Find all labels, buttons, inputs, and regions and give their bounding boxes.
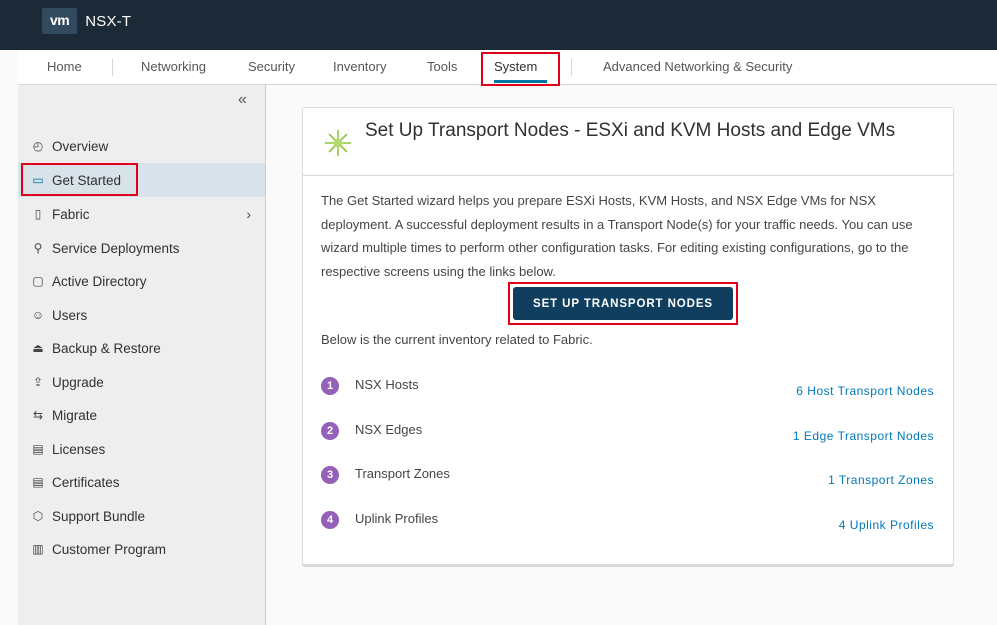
transport-node-icon (325, 130, 351, 156)
sidebar-item-label: Certificates (52, 474, 120, 490)
card-description: The Get Started wizard helps you prepare… (321, 193, 913, 279)
sidebar-item-label: Active Directory (52, 273, 147, 289)
sidebar-item-label: Upgrade (52, 374, 104, 390)
inventory-row-nsx-hosts: 1 NSX Hosts 6 Host Transport Nodes (321, 375, 934, 398)
certificate-icon: ▤ (32, 475, 44, 489)
sidebar-item-label: Backup & Restore (52, 340, 161, 356)
tab-networking[interactable]: Networking (141, 50, 206, 85)
edge-transport-nodes-link[interactable]: 1 Edge Transport Nodes (793, 427, 934, 445)
card-title: Set Up Transport Nodes - ESXi and KVM Ho… (365, 120, 896, 141)
host-transport-nodes-link[interactable]: 6 Host Transport Nodes (796, 382, 934, 400)
sidebar-item-upgrade[interactable]: ⇪ Upgrade (18, 365, 265, 399)
migrate-icon: ⇆ (32, 408, 44, 422)
tab-home[interactable]: Home (47, 50, 82, 85)
inventory-label: Uplink Profiles (355, 511, 439, 526)
tab-security[interactable]: Security (248, 50, 295, 85)
step-number-badge: 2 (321, 422, 339, 440)
document-icon: ▥ (32, 542, 44, 556)
app-title: NSX-T (85, 12, 132, 30)
sidebar-item-label: Migrate (52, 407, 98, 423)
license-icon: ▤ (32, 442, 44, 456)
main-nav: Home Networking Security Inventory Tools… (18, 50, 997, 86)
sidebar-item-label: Support Bundle (52, 508, 146, 524)
inventory-label: NSX Hosts (355, 377, 419, 392)
sidebar-item-label: Overview (52, 138, 109, 154)
sidebar-item-label: Service Deployments (52, 240, 180, 256)
inventory-row-transport-zones: 3 Transport Zones 1 Transport Zones (321, 464, 934, 487)
sidebar-item-overview[interactable]: ◴ Overview (18, 129, 265, 163)
inventory-intro: Below is the current inventory related t… (321, 332, 593, 347)
product-logo[interactable]: vm NSX-T (42, 7, 131, 35)
transport-nodes-card: Set Up Transport Nodes - ESXi and KVM Ho… (302, 107, 954, 565)
tab-advanced-networking-security[interactable]: Advanced Networking & Security (603, 50, 792, 85)
left-gutter (0, 50, 18, 625)
set-up-transport-nodes-button[interactable]: SET UP TRANSPORT NODES (513, 287, 733, 320)
backup-icon: ⏏ (32, 341, 44, 355)
inventory-label: Transport Zones (355, 466, 450, 481)
nav-divider (571, 59, 572, 76)
sidebar-item-service-deployments[interactable]: ⚲ Service Deployments (18, 231, 265, 265)
collapse-sidebar-icon[interactable]: « (238, 91, 247, 109)
server-icon: ▯ (34, 207, 42, 221)
vmware-logo: vm (42, 8, 78, 34)
bundle-icon: ⬡ (32, 509, 44, 523)
tab-inventory[interactable]: Inventory (333, 50, 386, 85)
sidebar-item-migrate[interactable]: ⇆ Migrate (18, 398, 265, 432)
transport-zones-link[interactable]: 1 Transport Zones (828, 471, 934, 489)
tab-tools[interactable]: Tools (427, 50, 457, 85)
sidebar-item-licenses[interactable]: ▤ Licenses (18, 432, 265, 466)
sidebar-item-certificates[interactable]: ▤ Certificates (18, 465, 265, 499)
sidebar-item-active-directory[interactable]: ▢ Active Directory (18, 264, 265, 298)
folder-icon: ▢ (32, 274, 44, 288)
sidebar-item-label: Users (52, 307, 88, 323)
card-header: Set Up Transport Nodes - ESXi and KVM Ho… (303, 108, 953, 176)
deploy-icon: ⚲ (33, 241, 43, 255)
highlight-box-setup-button: SET UP TRANSPORT NODES (508, 282, 738, 325)
highlight-box-get-started (21, 163, 138, 196)
users-icon: ☺ (31, 308, 45, 322)
gauge-icon: ◴ (32, 139, 44, 153)
chevron-right-icon[interactable]: › (246, 206, 251, 222)
step-number-badge: 4 (321, 511, 339, 529)
step-number-badge: 3 (321, 466, 339, 484)
sidebar-item-label: Licenses (52, 441, 106, 457)
top-header: vm NSX-T (0, 0, 997, 50)
sidebar-item-backup-restore[interactable]: ⏏ Backup & Restore (18, 331, 265, 365)
sidebar-item-fabric[interactable]: ▯ Fabric › (18, 197, 265, 231)
highlight-box-system (481, 52, 560, 86)
sidebar-item-label: Fabric (52, 206, 90, 222)
uplink-profiles-link[interactable]: 4 Uplink Profiles (839, 516, 934, 534)
inventory-row-nsx-edges: 2 NSX Edges 1 Edge Transport Nodes (321, 420, 934, 443)
sidebar: « ◴ Overview ▭ Get Started ▯ Fabric › ⚲ … (18, 85, 266, 625)
sidebar-item-customer-program[interactable]: ▥ Customer Program (18, 532, 265, 566)
sidebar-item-label: Customer Program (52, 541, 167, 557)
sidebar-item-users[interactable]: ☺ Users (18, 298, 265, 332)
upgrade-icon: ⇪ (32, 375, 44, 389)
nav-divider (112, 59, 113, 76)
inventory-label: NSX Edges (355, 422, 423, 437)
sidebar-item-support-bundle[interactable]: ⬡ Support Bundle (18, 499, 265, 533)
inventory-row-uplink-profiles: 4 Uplink Profiles 4 Uplink Profiles (321, 509, 934, 532)
step-number-badge: 1 (321, 377, 339, 395)
